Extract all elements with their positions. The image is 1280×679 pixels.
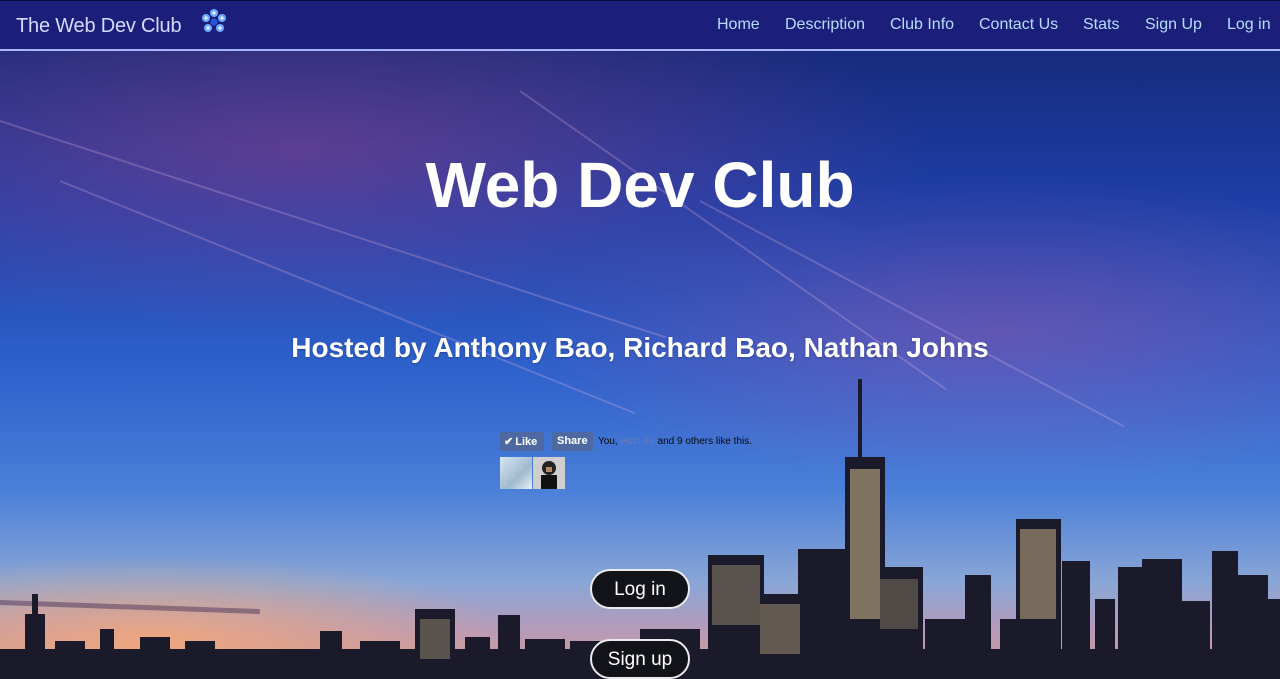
friend-avatar[interactable] xyxy=(533,457,565,489)
nav-contact-us[interactable]: Contact Us xyxy=(979,16,1058,34)
check-icon: ✔ xyxy=(504,436,514,448)
login-button[interactable]: Log in xyxy=(590,569,690,609)
nav-club-info[interactable]: Club Info xyxy=(890,16,954,34)
share-label: Share xyxy=(557,435,588,447)
signup-button[interactable]: Sign up xyxy=(590,639,690,679)
city-skyline xyxy=(0,379,1280,679)
hero-subtitle: Hosted by Anthony Bao, Richard Bao, Nath… xyxy=(291,332,989,363)
friend-avatar[interactable] xyxy=(500,457,532,489)
nav-sign-up[interactable]: Sign Up xyxy=(1145,16,1202,34)
hero-title: Web Dev Club xyxy=(425,149,855,221)
social-text-suffix: and 9 others like this. xyxy=(657,436,753,447)
facebook-share-button[interactable]: Share xyxy=(552,432,593,451)
social-text-prefix: You, xyxy=(598,436,618,447)
nav-home[interactable]: Home xyxy=(717,16,760,34)
navbar: The Web Dev Club Home Description Club I… xyxy=(0,0,1280,51)
nav-description[interactable]: Description xyxy=(785,16,865,34)
like-label: Like xyxy=(515,436,538,448)
nav-stats[interactable]: Stats xyxy=(1083,16,1119,34)
person-silhouette-icon xyxy=(533,457,565,489)
facebook-social-text: You, Hsin Yu and 9 others like this. xyxy=(598,436,752,447)
brand-title[interactable]: The Web Dev Club xyxy=(16,15,182,38)
nav-log-in[interactable]: Log in xyxy=(1227,16,1271,34)
social-text-friend[interactable]: Hsin Yu xyxy=(620,436,654,447)
blue-flower-logo-icon[interactable] xyxy=(198,6,230,38)
facebook-like-button[interactable]: ✔ Like xyxy=(500,432,544,451)
